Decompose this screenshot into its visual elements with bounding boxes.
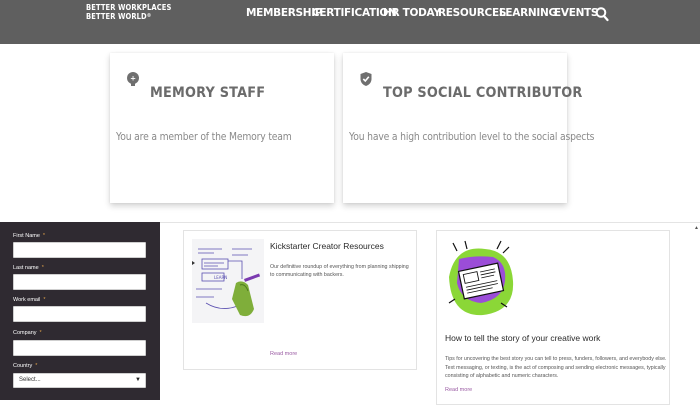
- first-name-label: First Name *: [13, 233, 46, 239]
- logo-line-2: BETTER WORLD®: [86, 12, 152, 21]
- memory-brain-icon: +: [127, 72, 139, 86]
- search-icon[interactable]: [595, 6, 609, 22]
- svg-text:+: +: [130, 75, 136, 83]
- company-label: Company *: [13, 330, 42, 336]
- read-more-link[interactable]: Read more: [445, 387, 472, 393]
- work-email-field[interactable]: [13, 306, 146, 322]
- badge-card-memory-staff: + MEMORY STAFF You are a member of the M…: [110, 53, 334, 203]
- article-description: Tips for uncovering the best story you c…: [445, 356, 667, 379]
- last-name-field[interactable]: [13, 274, 146, 290]
- first-name-field[interactable]: [13, 242, 146, 258]
- verified-check-icon: [360, 72, 372, 86]
- badge-title: MEMORY STAFF: [150, 85, 266, 101]
- chevron-down-icon: ▼: [135, 377, 141, 383]
- nav-learning[interactable]: LEARNING: [499, 7, 557, 19]
- badge-description: You are a member of the Memory team: [116, 131, 292, 143]
- country-select[interactable]: Select... ▼: [13, 373, 146, 388]
- article-title[interactable]: Kickstarter Creator Resources: [270, 241, 384, 251]
- whiteboard-hand-illustration: LEARN: [192, 239, 264, 323]
- last-name-label: Last name *: [13, 265, 44, 271]
- article-description: Our definitive roundup of everything fro…: [270, 264, 409, 278]
- nav-resources[interactable]: RESOURCES: [438, 7, 506, 19]
- article-card-creative-story: How to tell the story of your creative w…: [436, 230, 670, 405]
- newspaper-illustration: [445, 237, 517, 323]
- article-thumbnail[interactable]: [445, 237, 517, 323]
- badge-description: You have a high contribution level to th…: [349, 131, 595, 143]
- badge-card-top-social-contributor: TOP SOCIAL CONTRIBUTOR You have a high c…: [343, 53, 594, 203]
- lead-form: First Name * Last name * Work email * Compa…: [0, 222, 160, 400]
- section-divider: [160, 222, 700, 223]
- svg-text:LEARN: LEARN: [214, 275, 227, 280]
- article-title[interactable]: How to tell the story of your creative w…: [445, 333, 600, 343]
- nav-membership[interactable]: MEMBERSHIP: [246, 7, 323, 19]
- article-thumbnail[interactable]: LEARN: [192, 239, 264, 323]
- country-select-value: Select...: [19, 377, 41, 383]
- article-card-kickstarter: LEARN Kickstarter Creator Resources Our …: [183, 230, 417, 370]
- badge-title: TOP SOCIAL CONTRIBUTOR: [383, 85, 583, 101]
- work-email-label: Work email *: [13, 297, 46, 303]
- site-logo[interactable]: BETTER WORKPLACES BETTER WORLD®: [86, 3, 171, 21]
- scroll-up-arrow-icon[interactable]: ▲: [694, 225, 699, 231]
- country-label: Country *: [13, 363, 38, 369]
- logo-line-1: BETTER WORKPLACES: [86, 3, 172, 12]
- read-more-link[interactable]: Read more: [270, 351, 297, 357]
- company-field[interactable]: [13, 340, 146, 356]
- nav-hr-today[interactable]: HR TODAY: [383, 7, 441, 19]
- nav-events[interactable]: EVENTS: [554, 7, 598, 19]
- site-header: BETTER WORKPLACES BETTER WORLD® MEMBERSH…: [0, 0, 700, 44]
